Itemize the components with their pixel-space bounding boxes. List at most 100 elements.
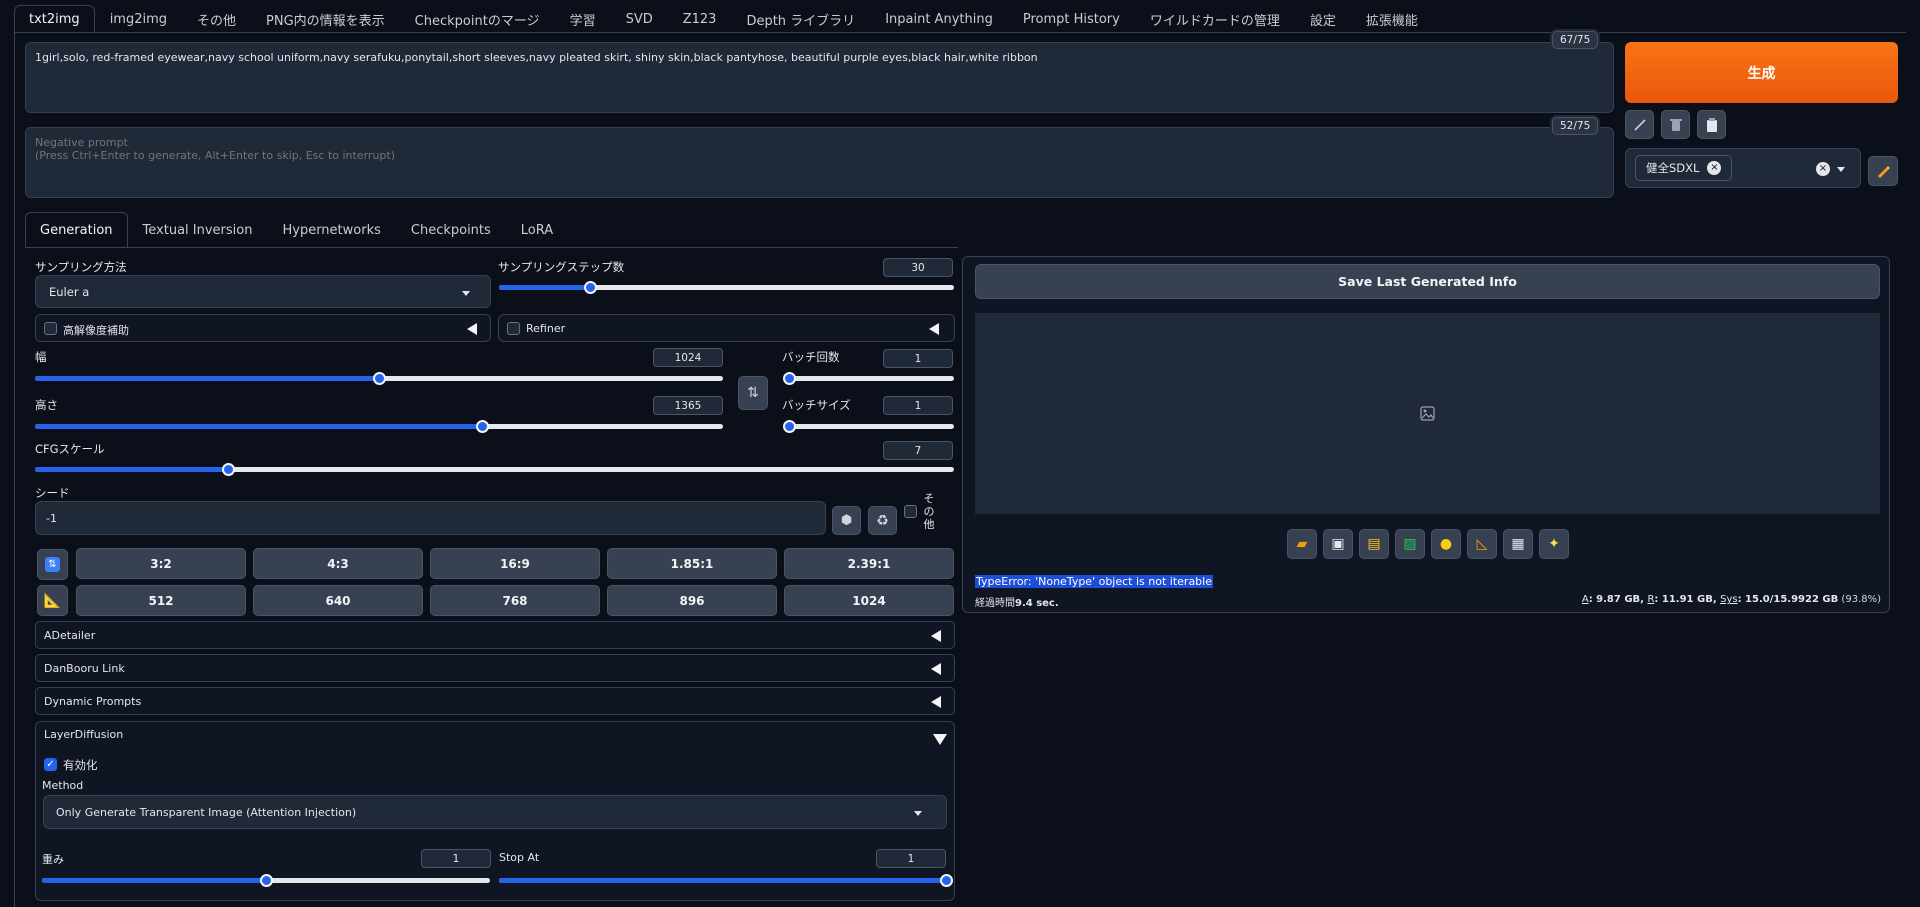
method-select[interactable]: Only Generate Transparent Image (Attenti… [43,795,947,829]
styles-dropdown[interactable]: 健全SDXL × × [1625,148,1861,188]
slider-handle[interactable] [373,372,386,385]
size-preset-button-2[interactable]: 768 [430,585,600,616]
sampling-method-select[interactable]: Euler a [35,275,491,308]
hires-fix-checkbox[interactable] [44,322,57,335]
width-input[interactable]: 1024 [653,348,723,367]
swap-arrows-icon: ⇅ [747,385,759,401]
accordion-0[interactable]: ADetailer [35,621,955,649]
batch-count-input[interactable]: 1 [883,349,953,368]
seed-input[interactable]: -1 [35,501,826,535]
slider-handle[interactable] [783,372,796,385]
slider-handle[interactable] [476,420,490,433]
top-tab-2[interactable]: その他 [182,5,251,33]
collapse-arrow-icon [929,323,939,335]
sampling-steps-slider[interactable] [499,281,954,294]
batch-size-slider[interactable] [783,420,954,433]
seed-extra-checkbox[interactable] [904,505,917,518]
layerdiffusion-enable-checkbox[interactable]: ✓ [44,758,57,771]
zip-button[interactable]: ▤ [1359,529,1389,559]
width-slider[interactable] [35,372,723,385]
batch-size-label: バッチサイズ [782,398,851,412]
batch-count-slider[interactable] [783,372,954,385]
accordion-1[interactable]: DanBooru Link [35,654,955,682]
save-last-info-label: Save Last Generated Info [1338,274,1517,289]
aspect-ratio-button-3[interactable]: 1.85:1 [607,548,777,579]
aspect-ratio-button-1[interactable]: 4:3 [253,548,423,579]
sparkle-button[interactable]: ✦ [1539,529,1569,559]
size-preset-button-1[interactable]: 640 [253,585,423,616]
hires-fix-accordion[interactable]: 高解像度補助 [35,314,491,342]
top-tab-3[interactable]: PNG内の情報を表示 [251,5,400,33]
top-tab-12[interactable]: 設定 [1295,5,1351,33]
top-tab-9[interactable]: Inpaint Anything [870,5,1008,33]
weight-slider[interactable] [42,874,490,887]
chip-remove-button[interactable]: × [1707,161,1722,175]
size-preset-button-4[interactable]: 1024 [784,585,954,616]
reuse-seed-button[interactable]: ♻ [868,506,897,535]
size-preset-button-0[interactable]: 512 [76,585,246,616]
edit-styles-button[interactable] [1868,156,1898,186]
slider-handle[interactable] [221,463,235,476]
open-folder-button[interactable]: ▰ [1287,529,1317,559]
paste-styles-button[interactable] [1697,110,1726,139]
stop-at-slider[interactable] [499,874,953,887]
read-params-button[interactable] [1625,110,1654,139]
style-chip: 健全SDXL × [1635,155,1733,181]
aspect-ratio-button-4[interactable]: 2.39:1 [784,548,954,579]
random-seed-button[interactable]: ⬢ [832,506,861,535]
negative-prompt-input[interactable] [25,127,1614,198]
refiner-checkbox[interactable] [507,322,520,335]
clear-prompt-button[interactable] [1661,110,1690,139]
accordion-label: ADetailer [44,629,96,642]
top-tab-7[interactable]: Z123 [668,5,732,33]
size-preset-toggle-button[interactable]: 📐 [37,585,68,616]
send-to-video-button[interactable]: ▦ [1503,529,1533,559]
clear-styles-button[interactable]: × [1816,162,1830,176]
top-tab-4[interactable]: Checkpointのマージ [400,5,555,33]
elapsed-time: 経過時間9.4 sec. [975,594,1059,609]
height-input[interactable]: 1365 [653,396,723,415]
top-tab-1[interactable]: img2img [95,5,182,33]
subtab-4[interactable]: LoRA [506,212,568,248]
size-preset-button-3[interactable]: 896 [607,585,777,616]
width-label: 幅 [35,350,47,364]
folder-icon: ▰ [1296,536,1308,552]
send-to-img2img-button[interactable]: ▨ [1395,529,1425,559]
send-to-inpaint-button[interactable]: ● [1431,529,1461,559]
refiner-accordion[interactable]: Refiner [498,314,955,342]
slider-handle[interactable] [940,874,953,887]
expand-arrow-icon[interactable] [933,734,947,745]
sampling-steps-input[interactable]: 30 [883,258,953,277]
top-tab-11[interactable]: ワイルドカードの管理 [1135,5,1295,33]
subtab-3[interactable]: Checkpoints [396,212,506,248]
aspect-ratio-button-0[interactable]: 3:2 [76,548,246,579]
aspect-ratio-button-2[interactable]: 16:9 [430,548,600,579]
top-tab-8[interactable]: Depth ライブラリ [731,5,870,33]
weight-input[interactable]: 1 [421,849,491,868]
top-tab-13[interactable]: 拡張機能 [1351,5,1433,33]
generate-button[interactable]: 生成 [1625,42,1898,103]
save-button[interactable]: ▣ [1323,529,1353,559]
send-to-extras-button[interactable]: ◺ [1467,529,1497,559]
orientation-toggle-button[interactable]: ⇅ [37,549,68,580]
slider-handle[interactable] [260,874,273,887]
cfg-scale-input[interactable]: 7 [883,441,953,460]
swap-dimensions-button[interactable]: ⇅ [738,376,768,410]
height-slider[interactable] [35,420,723,433]
subtab-2[interactable]: Hypernetworks [267,212,395,248]
subtab-1[interactable]: Textual Inversion [128,212,268,248]
top-tab-10[interactable]: Prompt History [1008,5,1135,33]
prompt-input[interactable] [25,42,1614,113]
top-tab-6[interactable]: SVD [611,5,668,33]
batch-size-input[interactable]: 1 [883,396,953,415]
cfg-scale-slider[interactable] [35,463,954,476]
save-last-info-button[interactable]: Save Last Generated Info [975,264,1880,299]
subtab-0[interactable]: Generation [25,212,128,248]
accordion-2[interactable]: Dynamic Prompts [35,687,955,715]
top-tab-5[interactable]: 学習 [555,5,611,33]
stop-at-input[interactable]: 1 [876,849,946,868]
negative-token-counter: 52/75 [1552,117,1599,135]
slider-handle[interactable] [584,281,597,294]
top-tab-0[interactable]: txt2img [14,5,95,33]
slider-handle[interactable] [783,420,796,433]
